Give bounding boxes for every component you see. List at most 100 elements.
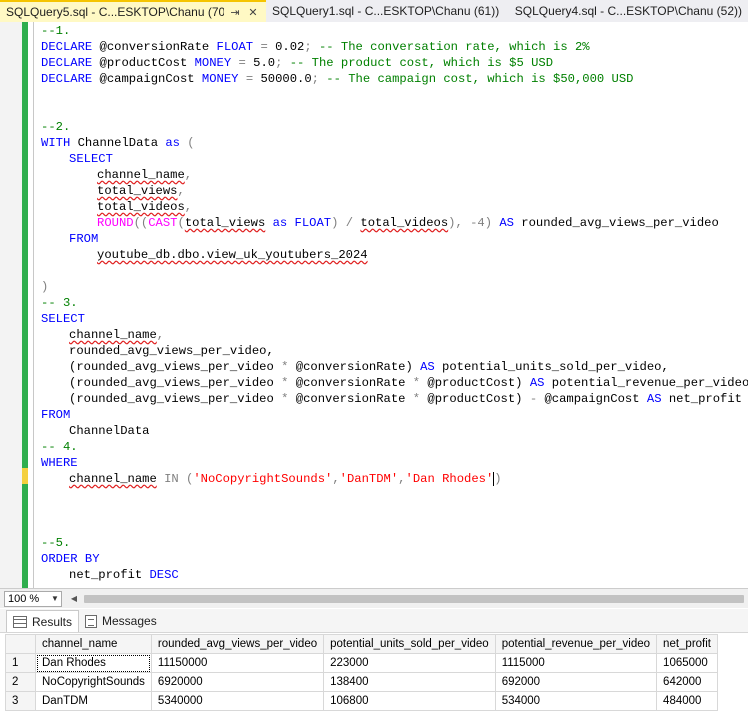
expression: (rounded_avg_views_per_video <box>69 392 282 406</box>
code-line[interactable]: -- 3. <box>41 295 78 311</box>
table-row[interactable]: 1 Dan Rhodes 11150000 223000 1115000 106… <box>5 653 718 673</box>
code-line[interactable]: WITH ChannelData as ( <box>41 135 195 151</box>
table-cell[interactable]: 692000 <box>494 672 658 692</box>
code-line[interactable]: --1. <box>41 23 70 39</box>
code-line[interactable]: ROUND((CAST(total_views as FLOAT) / tota… <box>97 215 719 231</box>
code-line[interactable]: (rounded_avg_views_per_video * @conversi… <box>69 359 669 375</box>
selection-margin[interactable] <box>0 22 22 588</box>
pin-icon[interactable]: ⇥ <box>228 6 242 19</box>
alias: potential_units_sold_per_video, <box>434 360 669 374</box>
code-line[interactable]: channel_name, <box>69 327 164 343</box>
code-line[interactable]: ) <box>41 279 48 295</box>
code-line[interactable]: SELECT <box>69 151 113 167</box>
code-line[interactable]: channel_name IN ('NoCopyrightSounds','Da… <box>69 471 502 487</box>
keyword: AS <box>420 360 435 374</box>
table-cell[interactable]: 5340000 <box>150 691 325 711</box>
column-header[interactable]: potential_units_sold_per_video <box>323 634 496 654</box>
column-header[interactable]: channel_name <box>35 634 152 654</box>
row-number[interactable]: 1 <box>5 653 36 673</box>
keyword: as <box>165 136 180 150</box>
table-cell[interactable]: 534000 <box>494 691 658 711</box>
code-line[interactable]: ORDER BY <box>41 551 100 567</box>
table-row[interactable]: 2 NoCopyrightSounds 6920000 138400 69200… <box>5 672 718 692</box>
code-line[interactable]: DECLARE @campaignCost MONEY = 50000.0; -… <box>41 71 633 87</box>
tab-messages[interactable]: Messages <box>79 610 163 632</box>
string-literal: 'DanTDM' <box>339 472 399 486</box>
column-header[interactable]: potential_revenue_per_video <box>494 634 658 654</box>
tab-title: SQLQuery5.sql - C...ESKTOP\Chanu (70))* <box>6 5 224 19</box>
expression: @conversionRate) <box>288 360 421 374</box>
horizontal-scrollbar[interactable]: ◀ <box>68 593 748 605</box>
code-line[interactable]: total_videos, <box>97 199 192 215</box>
table-cell[interactable]: 484000 <box>656 691 718 711</box>
column-header[interactable]: net_profit <box>656 634 718 654</box>
operator: , <box>184 200 193 214</box>
table-cell[interactable]: 11150000 <box>150 653 325 673</box>
code-line[interactable]: --2. <box>41 119 70 135</box>
keyword: DECLARE <box>41 40 93 54</box>
code-line[interactable]: net_profit DESC <box>69 567 179 583</box>
alias: rounded_avg_views_per_video <box>513 216 719 230</box>
query-editor[interactable]: --1. DECLARE @conversionRate FLOAT = 0.0… <box>0 22 748 588</box>
operator: (( <box>133 216 149 230</box>
code-line[interactable]: FROM <box>69 231 98 247</box>
results-grid[interactable]: channel_name rounded_avg_views_per_video… <box>5 634 718 711</box>
operator: , <box>398 472 406 486</box>
table-row[interactable]: 3 DanTDM 5340000 106800 534000 484000 <box>5 691 718 711</box>
keyword: WHERE <box>41 456 78 470</box>
column-header[interactable]: rounded_avg_views_per_video <box>150 634 325 654</box>
scroll-left-icon[interactable]: ◀ <box>68 594 80 603</box>
code-line[interactable]: --5. <box>41 535 70 551</box>
operator: , <box>156 328 165 342</box>
code-line[interactable]: ChannelData <box>69 423 149 439</box>
code-line[interactable]: (rounded_avg_views_per_video * @conversi… <box>69 391 742 407</box>
code-line[interactable]: -- 4. <box>41 439 78 455</box>
code-line[interactable]: WHERE <box>41 455 78 471</box>
tab-sqlquery1[interactable]: SQLQuery1.sql - C...ESKTOP\Chanu (61)) <box>266 0 509 22</box>
string-literal: 'NoCopyrightSounds' <box>193 472 333 486</box>
code-line[interactable]: SELECT <box>41 311 85 327</box>
table-cell[interactable]: DanTDM <box>35 691 152 711</box>
function: CAST <box>148 216 178 230</box>
operator: = <box>238 72 261 86</box>
code-line[interactable]: channel_name, <box>97 167 192 183</box>
code-line[interactable]: youtube_db.dbo.view_uk_youtubers_2024 <box>97 247 368 263</box>
table-cell[interactable]: 223000 <box>323 653 496 673</box>
code-line[interactable]: DECLARE @productCost MONEY = 5.0; -- The… <box>41 55 553 71</box>
scroll-thumb[interactable] <box>84 594 744 603</box>
tab-sqlquery5[interactable]: SQLQuery5.sql - C...ESKTOP\Chanu (70))* … <box>0 0 266 22</box>
code-line[interactable]: (rounded_avg_views_per_video * @conversi… <box>69 375 748 391</box>
chevron-down-icon[interactable]: ▼ <box>49 594 61 603</box>
operator: ( <box>179 136 195 150</box>
operator: , <box>184 168 193 182</box>
results-table: channel_name rounded_avg_views_per_video… <box>5 634 718 711</box>
tab-results[interactable]: Results <box>6 610 80 632</box>
row-number[interactable]: 2 <box>5 672 36 692</box>
table-cell[interactable]: Dan Rhodes <box>35 653 152 673</box>
code-line[interactable]: rounded_avg_views_per_video, <box>69 343 274 359</box>
table-cell[interactable]: 642000 <box>656 672 718 692</box>
code-line[interactable]: DECLARE @conversionRate FLOAT = 0.02; --… <box>41 39 590 55</box>
table-cell[interactable]: 138400 <box>323 672 496 692</box>
column-name: total_videos <box>360 216 449 230</box>
table-cell[interactable]: 1115000 <box>494 653 658 673</box>
code-line[interactable]: FROM <box>41 407 70 423</box>
table-cell[interactable]: 106800 <box>323 691 496 711</box>
number: 0.02 <box>275 40 305 54</box>
code-line[interactable]: total_views, <box>97 183 185 199</box>
header-row: channel_name rounded_avg_views_per_video… <box>5 634 718 654</box>
column-name: total_views <box>97 184 178 198</box>
close-icon[interactable]: ✕ <box>246 6 260 19</box>
table-cell[interactable]: NoCopyrightSounds <box>35 672 152 692</box>
zoom-dropdown[interactable]: 100 % ▼ <box>4 590 62 607</box>
table-cell[interactable]: 6920000 <box>150 672 325 692</box>
comment: --1. <box>41 24 71 38</box>
expression: (rounded_avg_views_per_video <box>69 360 282 374</box>
row-number[interactable]: 3 <box>5 691 36 711</box>
row-number-header[interactable] <box>5 634 36 654</box>
comment: --2. <box>41 120 71 134</box>
editor-status-row: 100 % ▼ ◀ <box>0 588 748 608</box>
scroll-track[interactable] <box>80 594 748 603</box>
tab-sqlquery4[interactable]: SQLQuery4.sql - C...ESKTOP\Chanu (52)) <box>509 0 748 22</box>
table-cell[interactable]: 1065000 <box>656 653 718 673</box>
